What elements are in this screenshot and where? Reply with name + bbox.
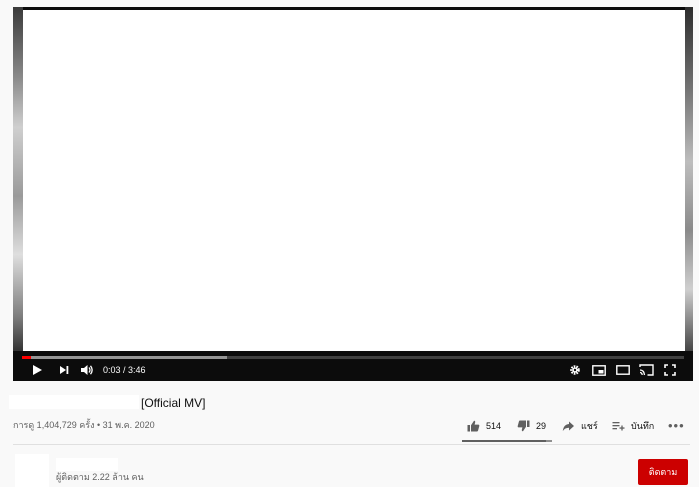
like-count: 514 [486,421,502,431]
more-actions-button[interactable]: ••• [668,419,685,432]
divider [13,444,690,445]
next-button[interactable] [56,362,72,378]
playlist-add-icon [612,421,631,432]
time-display: 0:03 / 3:46 [103,365,146,375]
subscribe-button[interactable]: ติดตาม [638,459,688,485]
video-frame[interactable] [23,10,685,351]
video-frame-edge-right [685,7,693,351]
fullscreen-button[interactable] [662,362,678,378]
subscriber-count: ผู้ติดตาม 2.22 ล้าน คน [56,472,144,482]
miniplayer-icon [591,364,606,376]
dislike-count: 29 [536,421,547,431]
save-label: บันทึก [631,421,655,431]
sentiment-bar [462,440,552,442]
volume-button[interactable] [79,362,95,378]
share-label: แชร์ [581,421,598,431]
share-button[interactable]: แชร์ [562,418,598,434]
miniplayer-button[interactable] [590,362,607,378]
thumbs-up-icon [467,420,486,432]
dislike-button[interactable]: 29 [517,418,546,434]
sentiment-bar-like-fill [462,440,546,442]
theater-mode-icon [615,365,630,375]
fullscreen-icon [664,364,676,376]
channel-name-redacted[interactable] [56,458,118,471]
volume-icon [80,364,94,376]
play-icon [31,364,43,376]
cast-button[interactable] [638,362,655,378]
share-icon [562,421,581,432]
settings-button[interactable] [567,362,583,378]
next-icon [58,364,70,376]
theater-mode-button[interactable] [614,362,631,378]
title-redacted [9,395,139,409]
player-controls: 0:03 / 3:46 [13,359,693,381]
like-button[interactable]: 514 [467,418,501,434]
view-count-date: การดู 1,404,729 ครั้ง • 31 พ.ค. 2020 [13,420,155,430]
save-button[interactable]: บันทึก [612,418,654,434]
video-frame-edge-left [13,7,23,351]
cast-icon [639,364,654,376]
gear-icon [569,364,581,376]
video-player[interactable]: 0:03 / 3:46 [13,7,693,381]
thumbs-down-icon [517,420,536,432]
play-button[interactable] [29,362,45,378]
video-title: [Official MV] [141,396,206,410]
channel-avatar[interactable] [15,454,49,487]
